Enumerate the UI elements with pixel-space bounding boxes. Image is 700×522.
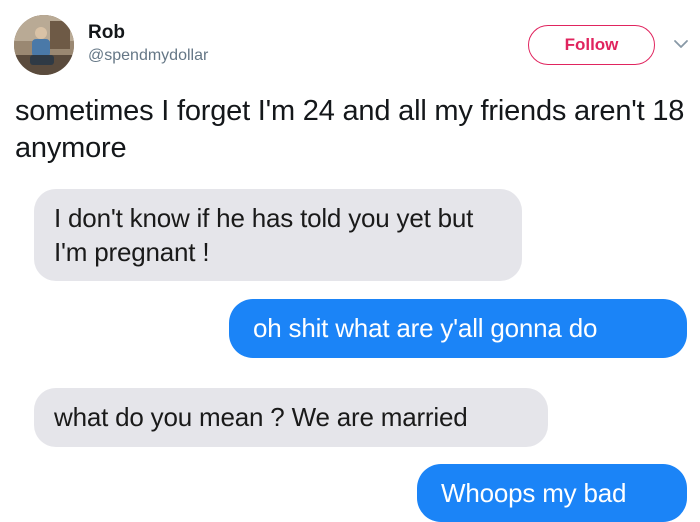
author-handle[interactable]: @spendmydollar bbox=[88, 47, 208, 65]
tweet-text: sometimes I forget I'm 24 and all my fri… bbox=[15, 95, 685, 164]
chevron-down-icon[interactable] bbox=[672, 38, 690, 50]
avatar[interactable] bbox=[14, 15, 74, 75]
message-bubble-incoming: what do you mean ? We are married bbox=[34, 388, 548, 447]
tweet-header: Rob @spendmydollar Follow bbox=[0, 0, 700, 90]
message-bubble-outgoing: Whoops my bad bbox=[417, 464, 687, 522]
message-bubble-outgoing: oh shit what are y'all gonna do bbox=[229, 299, 687, 358]
author-name[interactable]: Rob bbox=[88, 22, 125, 44]
follow-button[interactable]: Follow bbox=[528, 25, 655, 65]
message-bubble-incoming: I don't know if he has told you yet but … bbox=[34, 189, 522, 281]
avatar-photo bbox=[14, 15, 74, 75]
